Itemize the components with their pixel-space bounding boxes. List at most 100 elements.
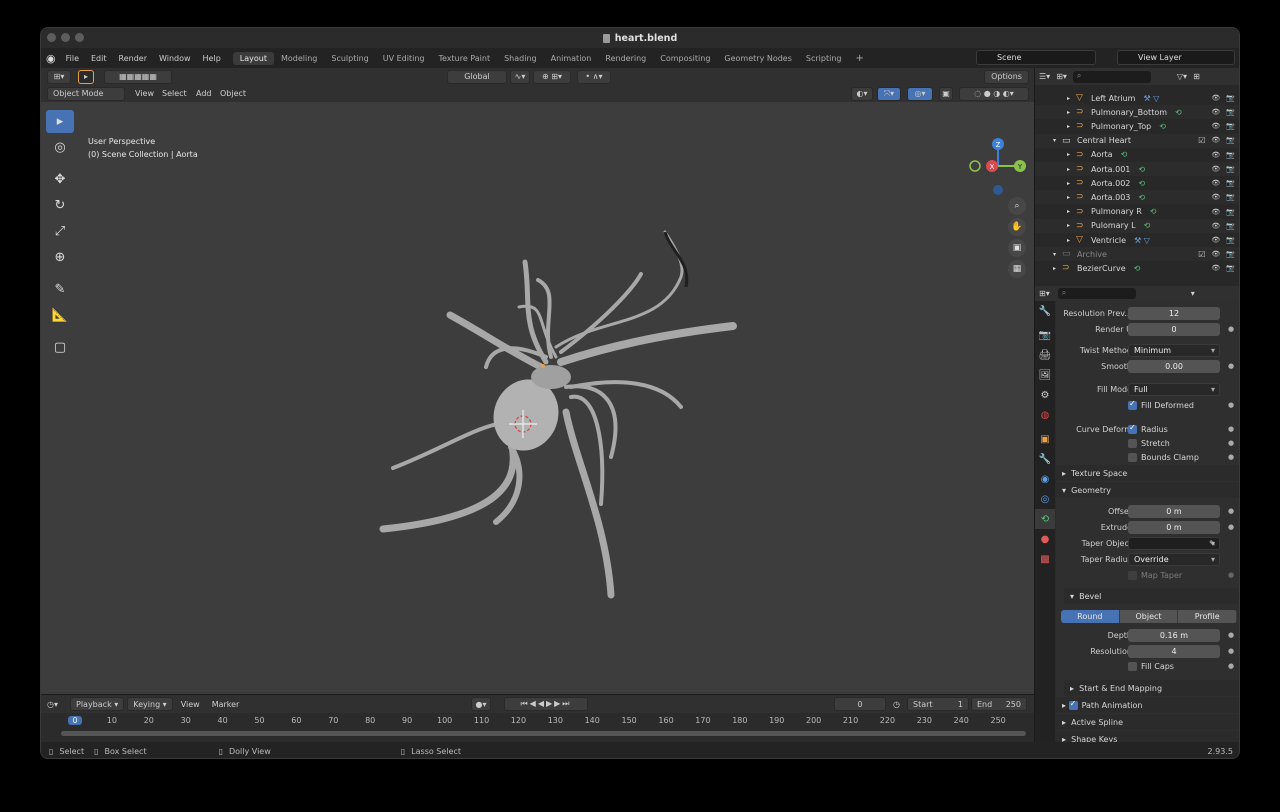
maximize-window-button[interactable]	[75, 33, 84, 42]
visibility-eye-icon[interactable]: 👁	[1211, 208, 1220, 216]
scene-selector[interactable]: Scene	[976, 50, 1096, 65]
playback-controls[interactable]: ⏮◀◀▶▶⏭	[504, 697, 588, 711]
offset-field[interactable]: 0 m	[1128, 504, 1220, 518]
render-camera-icon[interactable]: 📷	[1226, 151, 1235, 159]
render-camera-icon[interactable]: 📷	[1226, 165, 1235, 173]
outliner-row[interactable]: ▾ ▭ Central Heart ☑ 👁 📷	[1035, 133, 1239, 148]
texture-properties-icon[interactable]: ▩	[1035, 549, 1055, 569]
shading-mode-buttons[interactable]: ◌ ● ◑ ◐▾	[959, 86, 1029, 101]
modifier-icon[interactable]: ⚒ ▽	[1134, 236, 1150, 245]
curve-data-icon[interactable]: ⟲	[1035, 509, 1055, 529]
map-taper-checkbox[interactable]: Map Taper	[1128, 570, 1182, 580]
keyframe-dot-icon[interactable]: ●	[1228, 439, 1234, 447]
properties-search-input[interactable]: ⌕	[1057, 288, 1136, 299]
outliner-editor-icon[interactable]: ☰▾	[1039, 72, 1050, 81]
viewport-menu-select[interactable]: Select	[162, 89, 187, 98]
render-properties-icon[interactable]: 📷	[1035, 325, 1055, 345]
expand-arrow-icon[interactable]: ▸	[1067, 180, 1070, 187]
tab-uv-editing[interactable]: UV Editing	[376, 52, 432, 65]
tab-animation[interactable]: Animation	[544, 52, 599, 65]
tab-rendering[interactable]: Rendering	[598, 52, 653, 65]
outliner-row[interactable]: ▸ ⊃ Aorta.001 ⟲ 👁 📷	[1035, 162, 1239, 176]
eyedropper-icon[interactable]: ✎	[1209, 539, 1216, 548]
new-collection-icon[interactable]: ⊞	[1193, 72, 1200, 81]
extrude-field[interactable]: 0 m	[1128, 520, 1220, 534]
filter-icon[interactable]: ▽▾	[1177, 72, 1187, 81]
taper-object-field[interactable]	[1128, 536, 1220, 550]
rotate-tool[interactable]: ↻	[46, 194, 74, 217]
outliner-row[interactable]: ▸ ⊃ Aorta ⟲ 👁 📷	[1035, 148, 1239, 162]
object-mode-dropdown[interactable]: Object Mode	[47, 86, 125, 101]
render-camera-icon[interactable]: 📷	[1226, 208, 1235, 216]
visibility-eye-icon[interactable]: 👁	[1211, 193, 1220, 201]
expand-arrow-icon[interactable]: ▸	[1067, 208, 1070, 215]
view-layer-selector[interactable]: View Layer	[1117, 50, 1235, 65]
3d-viewport[interactable]: ▸ ◎ ✥ ↻ ⤢ ⊕ ✎ 📐 ▢ User Perspective (0) S…	[41, 102, 1034, 694]
zoom-icon[interactable]: ⌕	[1008, 197, 1026, 215]
outliner-row[interactable]: ▸ ▽ Left Atrium ⚒ ▽ 👁 📷	[1035, 91, 1239, 105]
visibility-eye-icon[interactable]: 👁	[1211, 236, 1220, 244]
expand-arrow-icon[interactable]: ▸	[1067, 95, 1070, 102]
blender-logo-icon[interactable]: ◉	[46, 52, 56, 65]
visibility-eye-icon[interactable]: 👁	[1211, 151, 1220, 159]
curve-data-icon[interactable]: ⟲	[1138, 179, 1145, 188]
tab-texture-paint[interactable]: Texture Paint	[431, 52, 497, 65]
path-animation-checkbox[interactable]	[1068, 699, 1082, 710]
keyframe-dot-icon[interactable]: ●	[1228, 662, 1234, 670]
expand-arrow-icon[interactable]: ▸	[1067, 237, 1070, 244]
tab-layout[interactable]: Layout	[232, 51, 274, 65]
render-camera-icon[interactable]: 📷	[1226, 264, 1235, 272]
camera-view-icon[interactable]: ▣	[1008, 239, 1026, 257]
modifier-properties-icon[interactable]: 🔧	[1035, 449, 1055, 469]
bevel-mode-round[interactable]: Round	[1061, 610, 1120, 623]
editor-type-button[interactable]: ⊞▾	[47, 69, 71, 84]
stopwatch-icon[interactable]: ◷	[893, 700, 900, 709]
render-camera-icon[interactable]: 📷	[1226, 222, 1235, 230]
gizmo-toggle-button[interactable]: ⤧▾	[877, 86, 901, 101]
tab-compositing[interactable]: Compositing	[653, 52, 717, 65]
curve-data-icon[interactable]: ⟲	[1159, 122, 1166, 131]
active-spline-header[interactable]: ▸ Active Spline	[1056, 714, 1239, 730]
render-camera-icon[interactable]: 📷	[1226, 122, 1235, 130]
record-button[interactable]: ●▾	[471, 697, 491, 711]
render-camera-icon[interactable]: 📷	[1226, 108, 1235, 116]
keyframe-dot-icon[interactable]: ●	[1228, 647, 1234, 655]
curve-data-icon[interactable]: ⟲	[1121, 150, 1128, 159]
tab-shading[interactable]: Shading	[497, 52, 544, 65]
particles-properties-icon[interactable]: ◉	[1035, 469, 1055, 489]
render-camera-icon[interactable]: 📷	[1226, 236, 1235, 244]
outliner-row[interactable]: ▸ ⊃ Aorta.002 ⟲ 👁 📷	[1035, 176, 1239, 190]
physics-properties-icon[interactable]: ◎	[1035, 489, 1055, 509]
expand-arrow-icon[interactable]: ▸	[1053, 265, 1056, 272]
keyframe-dot-icon[interactable]: ●	[1228, 325, 1234, 333]
transform-orientation-dropdown[interactable]: Global	[447, 69, 507, 84]
start-frame-field[interactable]: Start 1	[907, 697, 969, 711]
outliner-row[interactable]: ▸ ⊃ Pulmonary_Top ⟲ 👁 📷	[1035, 119, 1239, 133]
timeline-menu-marker[interactable]: Marker	[212, 700, 240, 709]
depth-field[interactable]: 0.16 m	[1128, 628, 1220, 642]
select-box-tool[interactable]: ▸	[46, 110, 74, 133]
options-dropdown[interactable]: Options	[984, 69, 1029, 84]
properties-editor-icon[interactable]: ⊞▾	[1039, 289, 1050, 298]
tab-geometry-nodes[interactable]: Geometry Nodes	[717, 52, 798, 65]
end-frame-field[interactable]: End 250	[971, 697, 1027, 711]
timeline-menu-view[interactable]: View	[181, 700, 200, 709]
fill-caps-checkbox[interactable]: Fill Caps	[1128, 661, 1174, 671]
render-u-field[interactable]: 0	[1128, 322, 1220, 336]
viewport-menu-view[interactable]: View	[135, 89, 154, 98]
visibility-eye-icon[interactable]: 👁	[1211, 250, 1220, 259]
exclude-checkbox[interactable]: ☑	[1198, 250, 1205, 259]
visibility-eye-icon[interactable]: 👁	[1211, 264, 1220, 272]
outliner-row[interactable]: ▸ ⊃ Pulomary L ⟲ 👁 📷	[1035, 218, 1239, 233]
start-end-mapping-header[interactable]: ▸ Start & End Mapping	[1064, 680, 1239, 696]
world-properties-icon[interactable]: ◍	[1035, 405, 1055, 425]
proportional-edit-button[interactable]: • ∧▾	[577, 69, 611, 84]
expand-arrow-icon[interactable]: ▸	[1067, 123, 1070, 130]
xray-button[interactable]: ▣	[939, 86, 953, 101]
material-properties-icon[interactable]: ●	[1035, 529, 1055, 549]
keyframe-dot-icon[interactable]: ●	[1228, 631, 1234, 639]
modifier-icon[interactable]: ⚒ ▽	[1143, 94, 1159, 103]
curve-data-icon[interactable]: ⟲	[1134, 264, 1141, 273]
keyframe-dot-icon[interactable]: ●	[1228, 507, 1234, 515]
visibility-eye-icon[interactable]: 👁	[1211, 108, 1220, 116]
